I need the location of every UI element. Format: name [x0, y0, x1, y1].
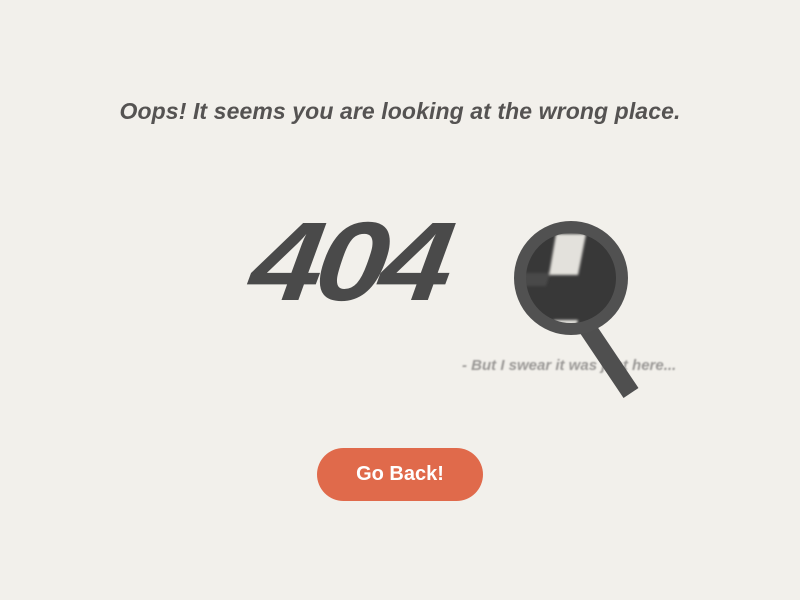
go-back-button[interactable]: Go Back!	[317, 448, 483, 501]
magnifying-glass-icon	[514, 221, 639, 399]
error-code: 404	[243, 199, 456, 324]
headline: Oops! It seems you are looking at the wr…	[119, 98, 681, 124]
error-page: Oops! It seems you are looking at the wr…	[0, 0, 800, 600]
